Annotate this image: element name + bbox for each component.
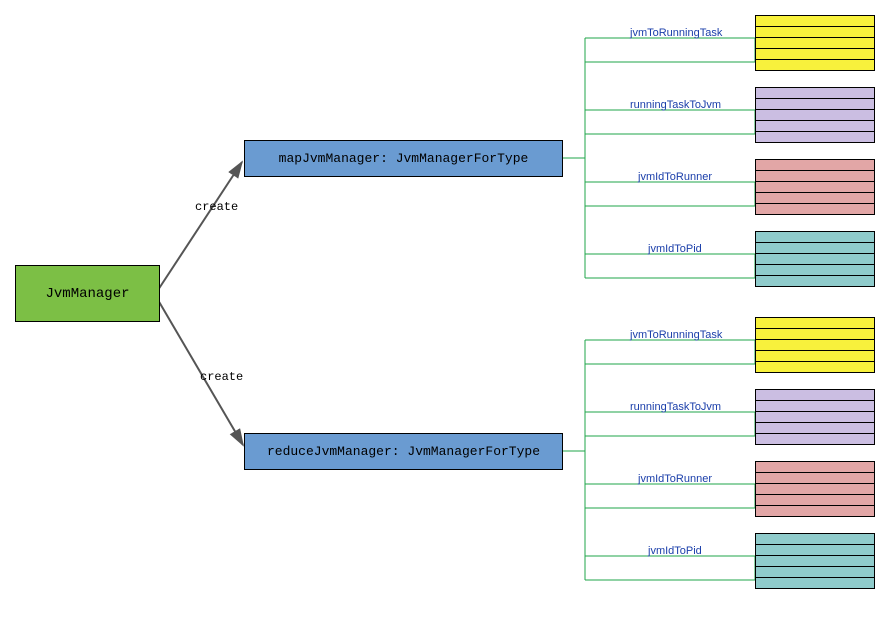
edge-create-map	[158, 162, 242, 290]
reduce-stack-purple	[755, 389, 875, 445]
edge-label-create-reduce: create	[200, 370, 243, 384]
reduce-stack-pink	[755, 461, 875, 517]
reduce-field-jvmIdToPid: jvmIdToPid	[648, 545, 702, 557]
map-field-connectors	[561, 38, 755, 278]
map-stack-pink	[755, 159, 875, 215]
map-field-jvmToRunningTask: jvmToRunningTask	[630, 27, 722, 39]
map-field-jvmIdToPid: jvmIdToPid	[648, 243, 702, 255]
reduce-stack-teal	[755, 533, 875, 589]
reduce-field-jvmToRunningTask: jvmToRunningTask	[630, 329, 722, 341]
map-stack-purple	[755, 87, 875, 143]
map-field-jvmIdToRunner: jvmIdToRunner	[638, 171, 712, 183]
reduce-jvm-manager-label: reduceJvmManager: JvmManagerForType	[267, 444, 540, 459]
reduce-field-runningTaskToJvm: runningTaskToJvm	[630, 401, 721, 413]
root-label: JvmManager	[45, 286, 129, 302]
reduce-field-jvmIdToRunner: jvmIdToRunner	[638, 473, 712, 485]
reduce-stack-yellow	[755, 317, 875, 373]
reduce-jvm-manager: reduceJvmManager: JvmManagerForType	[244, 433, 563, 470]
map-stack-teal	[755, 231, 875, 287]
map-stack-yellow	[755, 15, 875, 71]
map-jvm-manager: mapJvmManager: JvmManagerForType	[244, 140, 563, 177]
root-jvmmanager: JvmManager	[15, 265, 160, 322]
reduce-field-connectors	[561, 340, 755, 580]
map-field-runningTaskToJvm: runningTaskToJvm	[630, 99, 721, 111]
edge-label-create-map: create	[195, 200, 238, 214]
map-jvm-manager-label: mapJvmManager: JvmManagerForType	[279, 151, 529, 166]
